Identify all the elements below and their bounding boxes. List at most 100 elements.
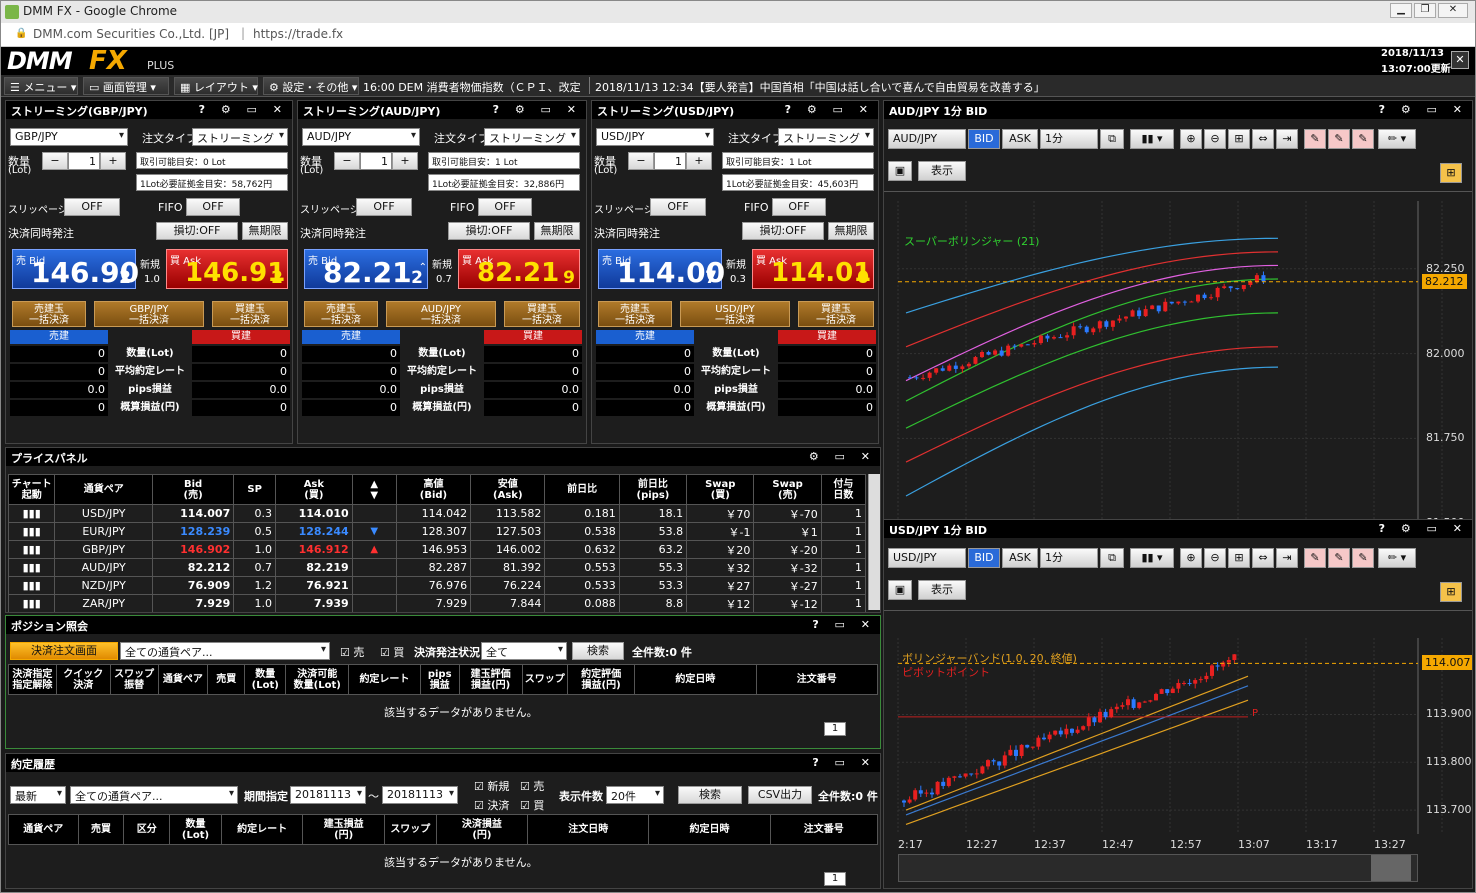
position-table-header[interactable]: クイック 決済 xyxy=(55,664,111,695)
quantity-decrease-button[interactable]: − xyxy=(42,152,68,170)
price-table-header[interactable]: SP xyxy=(233,474,277,505)
buy-settle-all-button[interactable]: 買建玉 一括決済 xyxy=(798,301,874,327)
address-bar[interactable]: 🔒 DMM.com Securities Co.,Ltd. [JP] | htt… xyxy=(1,23,1475,47)
compare-icon[interactable]: ⧉ xyxy=(1100,129,1124,149)
history-page[interactable]: 1 xyxy=(824,872,846,886)
draw-line-icon[interactable]: ✎ xyxy=(1304,129,1326,149)
new-checkbox[interactable]: ☑ 新規 xyxy=(474,778,509,794)
chart-launch-icon[interactable]: ▮▮▮ xyxy=(7,540,56,559)
position-table-header[interactable]: スワップ xyxy=(521,664,569,695)
position-table-header[interactable]: 売買 xyxy=(207,664,246,695)
pair-settle-all-button[interactable]: USD/JPY 一括決済 xyxy=(680,301,790,327)
expiry-select[interactable]: 無期限 xyxy=(828,222,874,240)
position-table-header[interactable]: 決済可能 数量(Lot) xyxy=(285,664,350,695)
news-ticker-item[interactable]: 16:00 DEM 消費者物価指数（ＣＰＩ、改定 xyxy=(363,79,583,95)
chart-pair-select[interactable]: USD/JPY xyxy=(888,548,966,568)
zoom-in-icon[interactable]: ⊕ xyxy=(1180,548,1202,568)
history-table-header[interactable]: 数量 (Lot) xyxy=(169,814,222,845)
history-table-header[interactable]: 建玉損益 (円) xyxy=(302,814,385,845)
bid-toggle[interactable]: BID xyxy=(968,548,1000,568)
pen-icon[interactable]: ✏ ▾ xyxy=(1378,129,1416,149)
history-table-header[interactable]: スワップ xyxy=(383,814,437,845)
chart-type-icon[interactable]: ▮▮ ▾ xyxy=(1130,129,1174,149)
compare-icon[interactable]: ⧉ xyxy=(1100,548,1124,568)
panel-controls[interactable]: ? ⚙ ▭ ✕ xyxy=(199,103,288,116)
quantity-input[interactable]: 1 xyxy=(68,152,100,170)
draw-fib-icon[interactable]: ✎ xyxy=(1352,548,1374,568)
position-table-header[interactable]: 約定日時 xyxy=(634,664,757,695)
panel-controls[interactable]: ? ▭ ✕ xyxy=(812,618,876,631)
sell-settle-all-button[interactable]: 売建玉 一括決済 xyxy=(304,301,378,327)
zoom-out-icon[interactable]: ⊖ xyxy=(1204,548,1226,568)
close-window-button[interactable]: ✕ xyxy=(1438,3,1468,18)
zoom-in-icon[interactable]: ⊕ xyxy=(1180,129,1202,149)
fifo-toggle[interactable]: OFF xyxy=(772,198,826,216)
chart-launch-icon[interactable]: ▮▮▮ xyxy=(7,558,56,577)
sell-checkbox[interactable]: ☑ 売 xyxy=(520,778,544,794)
pen-icon[interactable]: ✏ ▾ xyxy=(1378,548,1416,568)
chart-launch-icon[interactable]: ▮▮▮ xyxy=(7,522,56,541)
fit-icon[interactable]: ⊞ xyxy=(1228,129,1250,149)
pair-select[interactable]: AUD/JPY xyxy=(302,128,420,146)
settings-icon[interactable]: ⊞ xyxy=(1440,582,1462,602)
date-from-input[interactable]: 20181113 xyxy=(290,786,366,804)
bid-toggle[interactable]: BID xyxy=(968,129,1000,149)
quantity-input[interactable]: 1 xyxy=(654,152,686,170)
chart-launch-icon[interactable]: ▮▮▮ xyxy=(7,504,56,523)
quantity-input[interactable]: 1 xyxy=(360,152,392,170)
price-table-header[interactable]: チャート 起動 xyxy=(7,474,56,505)
panel-controls[interactable]: ⚙ ▭ ✕ xyxy=(809,450,876,463)
stop-loss-toggle[interactable]: 損切:OFF xyxy=(742,222,824,240)
slippage-toggle[interactable]: OFF xyxy=(356,198,412,216)
slippage-toggle[interactable]: OFF xyxy=(64,198,120,216)
position-table-header[interactable]: スワップ 振替 xyxy=(109,664,159,695)
position-table-header[interactable]: 通貨ペア xyxy=(157,664,209,695)
pair-filter-input[interactable]: 全ての通貨ペア... xyxy=(120,642,330,660)
stop-loss-toggle[interactable]: 損切:OFF xyxy=(448,222,530,240)
position-table-header[interactable]: 注文番号 xyxy=(755,664,879,695)
screenshot-icon[interactable]: ▣ xyxy=(888,580,912,600)
position-page[interactable]: 1 xyxy=(824,722,846,736)
buy-settle-all-button[interactable]: 買建玉 一括決済 xyxy=(504,301,580,327)
sell-settle-all-button[interactable]: 売建玉 一括決済 xyxy=(598,301,672,327)
chart-launch-icon[interactable]: ▮▮▮ xyxy=(7,594,56,612)
position-table-header[interactable]: 約定評価 損益(円) xyxy=(567,664,636,695)
chart-pair-select[interactable]: AUD/JPY xyxy=(888,129,966,149)
price-row[interactable]: ▮▮▮ NZD/JPY 76.909 1.2 76.921 76.976 76.224 0.5… xyxy=(7,576,867,595)
layout-button[interactable]: ▦ レイアウト ▾ xyxy=(174,77,258,95)
price-row[interactable]: ▮▮▮ AUD/JPY 82.212 0.7 82.219 82.287 81.392 0.5… xyxy=(7,558,867,577)
ask-toggle[interactable]: ASK xyxy=(1002,548,1038,568)
order-type-select[interactable]: ストリーミング xyxy=(484,128,580,146)
screenshot-icon[interactable]: ▣ xyxy=(888,161,912,181)
sell-checkbox[interactable]: ☑ 売 xyxy=(340,644,364,660)
bid-button[interactable]: 売 Bid 114.00 7 xyxy=(598,249,725,289)
position-table-header[interactable]: 約定レート xyxy=(348,664,421,695)
order-type-select[interactable]: ストリーミング xyxy=(778,128,874,146)
draw-fib-icon[interactable]: ✎ xyxy=(1352,129,1374,149)
price-table-header[interactable]: Bid (売) xyxy=(151,474,235,505)
panel-controls[interactable]: ? ⚙ ▭ ✕ xyxy=(493,103,582,116)
range-icon[interactable]: ⇔ xyxy=(1252,129,1274,149)
display-count-select[interactable]: 20件 xyxy=(606,786,664,804)
chart-navigator[interactable] xyxy=(898,854,1418,882)
quantity-increase-button[interactable]: + xyxy=(392,152,418,170)
sell-settle-all-button[interactable]: 売建玉 一括決済 xyxy=(12,301,86,327)
csv-export-button[interactable]: CSV出力 xyxy=(748,786,812,804)
order-type-select[interactable]: ストリーミング xyxy=(192,128,288,146)
minimize-button[interactable]: ▁ xyxy=(1390,3,1412,18)
news-ticker-headline[interactable]: 2018/11/13 12:34【要人発言】中国首相「中国は話し合いで喜んで自由… xyxy=(595,79,1045,95)
price-row[interactable]: ▮▮▮ EUR/JPY 128.239 0.5 128.244 ▼ 128.307 127.5… xyxy=(7,522,867,541)
price-table-header[interactable]: 高値 (Bid) xyxy=(395,474,472,505)
price-table-header[interactable]: 通貨ペア xyxy=(54,474,153,505)
price-row[interactable]: ▮▮▮ GBP/JPY 146.902 1.0 146.912 ▲ 146.953 146.0… xyxy=(7,540,867,559)
slippage-toggle[interactable]: OFF xyxy=(650,198,706,216)
fit-icon[interactable]: ⊞ xyxy=(1228,548,1250,568)
quantity-decrease-button[interactable]: − xyxy=(334,152,360,170)
sort-select[interactable]: 最新 xyxy=(10,786,66,804)
quantity-increase-button[interactable]: + xyxy=(686,152,712,170)
menu-button[interactable]: ☰ メニュー ▾ xyxy=(4,77,78,95)
history-pair-input[interactable]: 全ての通貨ペア... xyxy=(70,786,238,804)
screen-manage-button[interactable]: ▭ 画面管理 ▾ xyxy=(83,77,169,95)
draw-shape-icon[interactable]: ✎ xyxy=(1328,129,1350,149)
buy-checkbox[interactable]: ☑ 買 xyxy=(380,644,404,660)
